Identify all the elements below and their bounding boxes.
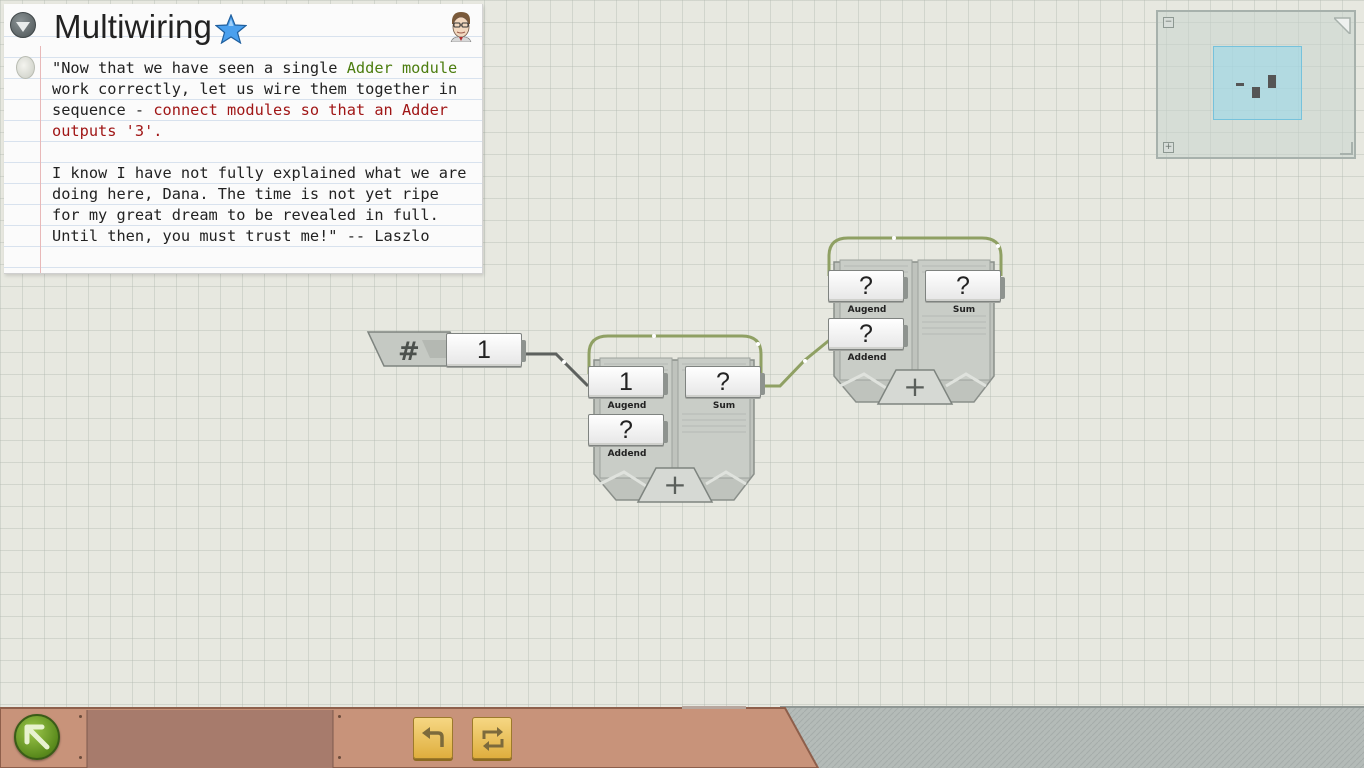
number-module-value[interactable]: 1 (446, 333, 526, 367)
augend-input[interactable]: 1 (588, 366, 668, 398)
wire-adder1-to-adder2[interactable] (764, 336, 833, 388)
sum-output[interactable]: ? (685, 366, 765, 398)
augend-label: Augend (847, 305, 887, 315)
wire-node (562, 360, 566, 364)
adder-operator-icon: + (903, 370, 926, 403)
wire-number-to-adder1[interactable] (522, 352, 590, 388)
rivet (338, 756, 341, 759)
reset-icon (482, 727, 504, 751)
addend-label: Addend (847, 353, 887, 363)
adder-operator-icon: + (663, 468, 686, 501)
back-arrow-icon (24, 724, 50, 750)
adder-module-2[interactable]: + ? Augend ? Addend ? Sum (826, 236, 1006, 416)
addend-label: Addend (607, 449, 647, 459)
toolbar-background (0, 706, 1364, 768)
augend-label: Augend (607, 401, 647, 411)
bottom-toolbar (0, 706, 1364, 768)
back-button[interactable] (14, 714, 60, 760)
reset-button[interactable] (472, 717, 512, 759)
number-module-symbol: # (398, 337, 420, 367)
sum-label: Sum (712, 401, 736, 411)
addend-input[interactable]: ? (588, 414, 668, 446)
augend-input[interactable]: ? (828, 270, 908, 302)
addend-input[interactable]: ? (828, 318, 908, 350)
rivet (338, 715, 341, 718)
sum-label: Sum (952, 305, 976, 315)
adder-module-1[interactable]: + 1 Augend ? Addend ? Sum (586, 334, 766, 514)
wire-node (803, 359, 807, 363)
undo-button[interactable] (413, 717, 453, 759)
rivet (79, 715, 82, 718)
undo-icon (422, 727, 444, 747)
rivet (79, 756, 82, 759)
sum-output[interactable]: ? (925, 270, 1005, 302)
